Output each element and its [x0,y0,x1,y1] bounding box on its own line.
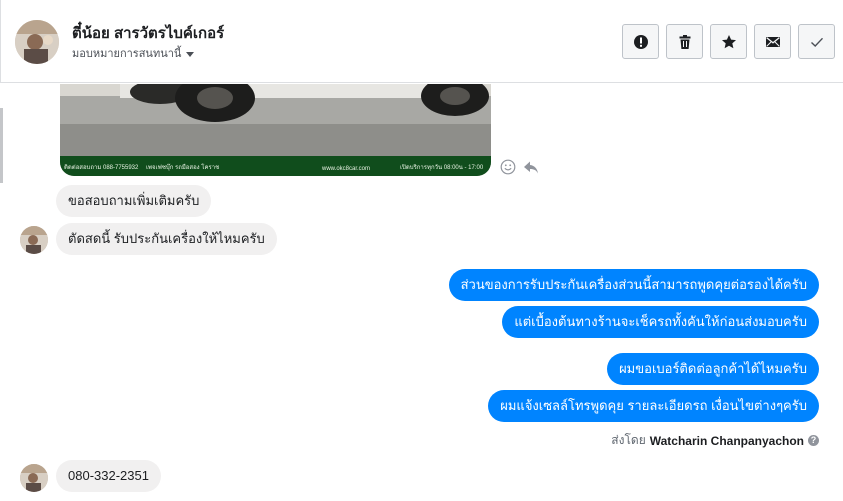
caret-down-icon [186,51,195,57]
outgoing-message[interactable]: ผมขอเบอร์ติดต่อลูกค้าได้ไหมครับ [607,353,819,385]
scroll-indicator[interactable] [0,108,3,183]
contact-name[interactable]: ตี๋น้อย สารวัตรไบค์เกอร์ [72,21,224,45]
assign-label: มอบหมายการสนทนานี้ [72,48,182,60]
incoming-message[interactable]: ขอสอบถามเพิ่มเติมครับ [56,185,212,217]
sent-by-agent: Watcharin Chanpanyachon [649,433,804,448]
outgoing-message[interactable]: แต่เบื้องต้นทางร้านจะเช็ครถทั้งคันให้ก่อ… [502,306,819,338]
trash-icon [679,34,690,49]
sender-avatar[interactable] [20,226,48,254]
banner-phone-text: ติดต่อสอบถาม 088-7755932 [64,165,139,171]
outgoing-message[interactable]: ส่วนของการรับประกันเครื่องส่วนนี้สามารถพ… [448,269,819,301]
reply-icon[interactable] [523,159,539,175]
message-actions [500,159,539,175]
star-button[interactable] [710,24,747,59]
sent-by-prefix: ส่งโดย [611,433,646,447]
conversation-toolbar [622,24,835,59]
sent-by-line: ส่งโดย Watcharin Chanpanyachon ? [611,431,819,450]
banner-page-text: เพจเฟซบุ๊ก รถมือสอง โคราช [146,165,220,171]
incoming-message[interactable]: 080-332-2351 [56,460,161,492]
smiley-react-icon[interactable] [500,159,516,175]
photo-banner: ติดต่อสอบถาม 088-7755932 เพจเฟซบุ๊ก รถมื… [60,156,491,176]
contact-avatar[interactable] [15,20,59,64]
outgoing-message[interactable]: ผมแจ้งเซลล์โทรพูดคุย รายละเอียดรถ เงื่อน… [488,390,819,422]
star-icon [721,34,736,48]
sender-avatar[interactable] [20,464,48,492]
help-icon[interactable]: ? [808,435,819,446]
mark-spam-button[interactable] [622,24,659,59]
attachment-photo[interactable]: ติดต่อสอบถาม 088-7755932 เพจเฟซบุ๊ก รถมื… [60,84,491,176]
mark-done-button[interactable] [798,24,835,59]
assign-conversation-dropdown[interactable]: มอบหมายการสนทนานี้ [72,44,195,62]
alert-circle-icon [633,34,648,49]
banner-hours-text: เปิดบริการทุกวัน 08:00น - 17:00 [400,165,484,171]
envelope-icon [765,36,780,47]
banner-site-text: www.okc8car.com [322,166,371,172]
delete-button[interactable] [666,24,703,59]
mark-unread-button[interactable] [754,24,791,59]
incoming-message[interactable]: ตัดสดนี้ รับประกันเครื่องให้ไหมครับ [56,223,277,255]
conversation-header: ตี๋น้อย สารวัตรไบค์เกอร์ มอบหมายการสนทนา… [0,0,843,83]
check-icon [810,37,823,47]
